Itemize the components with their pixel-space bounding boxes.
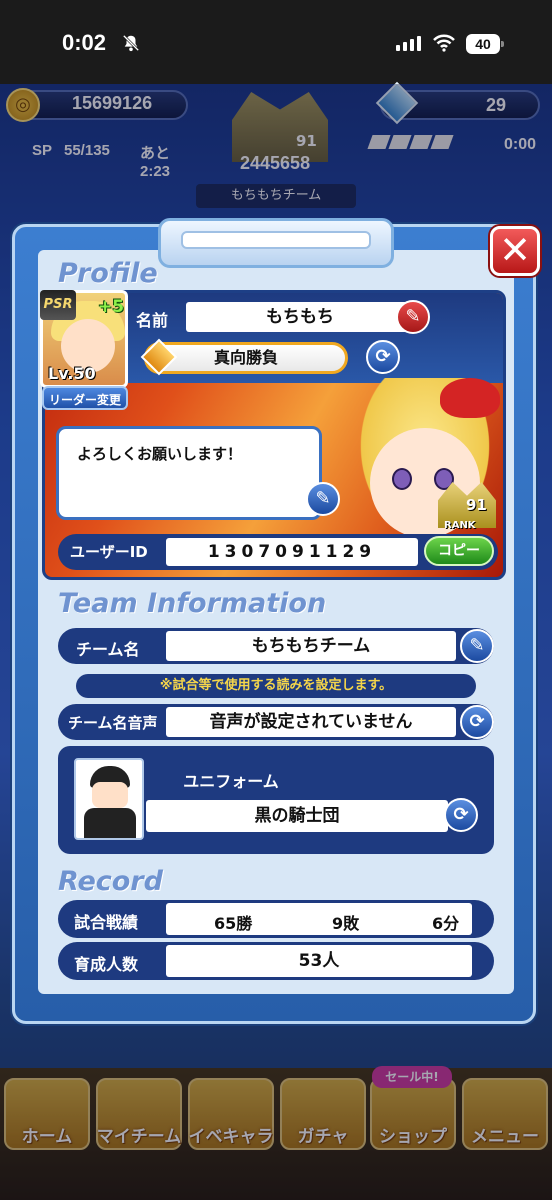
team-voice-field: 音声が設定されていません — [166, 707, 456, 737]
refresh-icon: ⟳ — [469, 711, 485, 732]
dialog-tab-header — [158, 218, 394, 268]
pencil-icon: ✎ — [469, 635, 485, 656]
losses-value: 9敗 — [332, 914, 360, 933]
rank-value: 91 — [466, 496, 487, 514]
change-title-button[interactable]: ⟳ — [366, 340, 400, 374]
user-id-value: 1307091129 — [166, 538, 418, 566]
psr-badge: PSR — [40, 290, 76, 320]
record-heading: Record — [58, 866, 163, 897]
wins-value: 65勝 — [214, 914, 253, 933]
team-name-field: もちもちチーム — [166, 631, 456, 661]
copy-button[interactable]: コピー — [424, 536, 494, 566]
leader-level: Lv.50 — [48, 364, 96, 383]
name-field: もちもち — [186, 302, 414, 332]
screen: 0:02 40 ◎ 15699126 29 SP 55/135 あと 2:23 … — [0, 0, 552, 1200]
team-name-label: チーム名 — [76, 640, 140, 659]
edit-comment-button[interactable]: ✎ — [306, 482, 340, 516]
status-bar: 0:02 40 — [0, 0, 552, 84]
results-field — [166, 903, 472, 935]
battery-icon: 40 — [466, 34, 504, 54]
pencil-icon: ✎ — [315, 488, 331, 509]
trained-label: 育成人数 — [74, 955, 139, 974]
user-id-label: ユーザーID — [70, 543, 148, 561]
change-voice-button[interactable]: ⟳ — [460, 705, 494, 739]
results-label: 試合戦績 — [74, 913, 139, 932]
cellular-signal-icon — [396, 36, 421, 51]
refresh-icon: ⟳ — [375, 346, 391, 367]
pencil-icon: ✎ — [405, 306, 421, 327]
close-button[interactable]: ✕ — [490, 226, 540, 276]
change-uniform-button[interactable]: ⟳ — [444, 798, 478, 832]
team-info-heading: Team Information — [58, 588, 327, 619]
edit-name-button[interactable]: ✎ — [396, 300, 430, 334]
rank-label: RANK — [444, 520, 476, 531]
uniform-image — [74, 758, 144, 840]
team-voice-label: チーム名音声 — [68, 714, 158, 732]
profile-heading: Profile — [58, 258, 158, 289]
name-label: 名前 — [136, 311, 169, 330]
close-icon: ✕ — [499, 228, 531, 272]
refresh-icon: ⟳ — [453, 804, 469, 825]
voice-notice: ※試合等で使用する読みを設定します。 — [76, 674, 476, 698]
trained-value: 53人 — [166, 945, 472, 977]
uniform-field: 黒の騎士団 — [146, 800, 448, 832]
uniform-label: ユニフォーム — [146, 768, 316, 796]
silent-bell-icon — [122, 34, 140, 52]
draws-value: 6分 — [432, 914, 460, 933]
plus-level: +5 — [98, 297, 125, 317]
comment-box: よろしくお願いします！ — [56, 426, 322, 520]
leader-change-button[interactable]: リーダー変更 — [42, 386, 128, 410]
wifi-icon — [433, 34, 455, 52]
edit-team-name-button[interactable]: ✎ — [460, 629, 494, 663]
status-time: 0:02 — [62, 30, 107, 55]
